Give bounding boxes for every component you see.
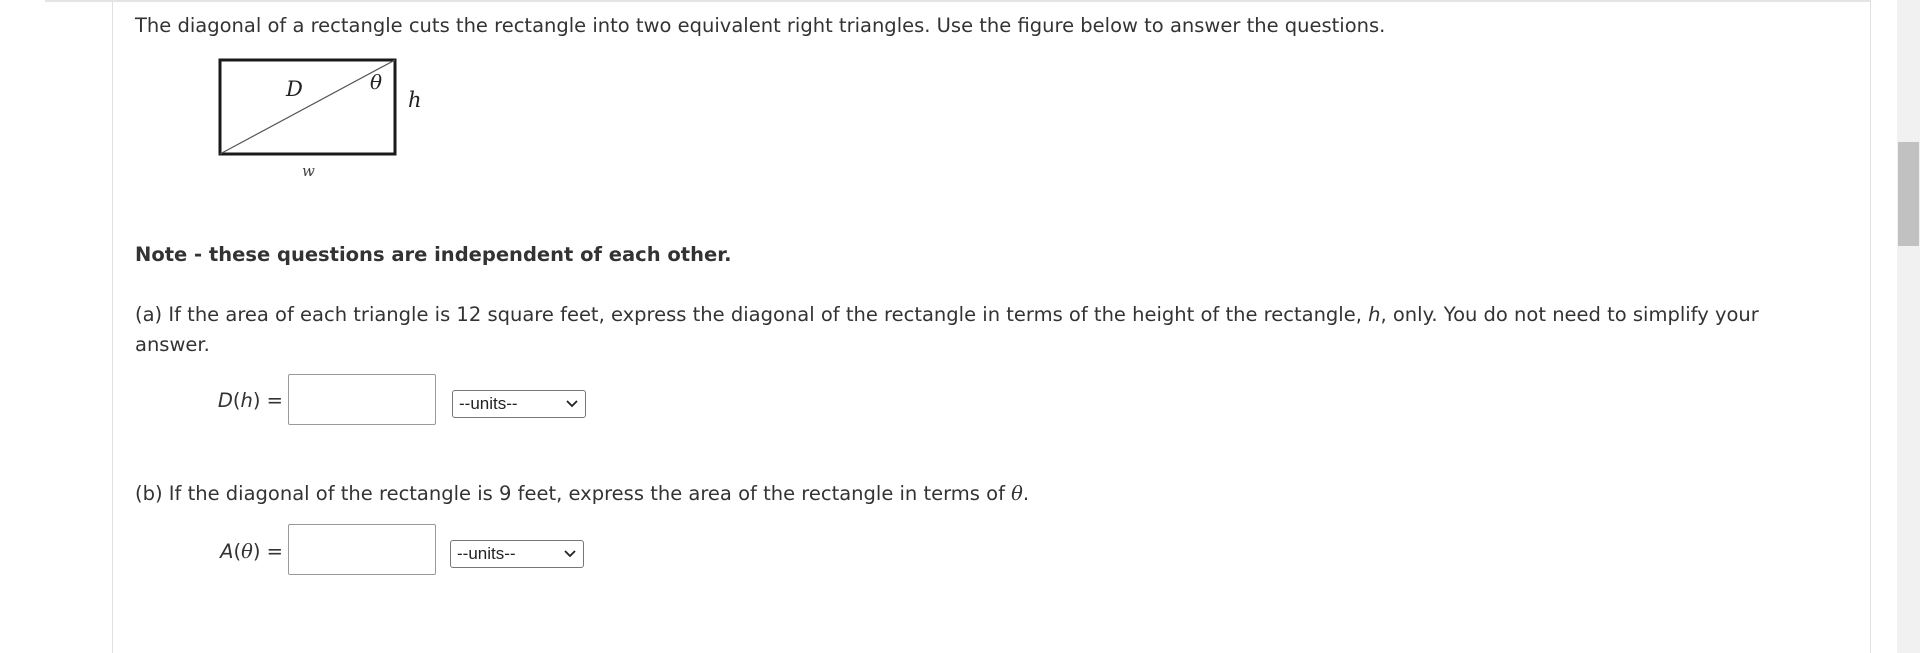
part-b-fn-arg: θ xyxy=(241,540,253,563)
part-b-answer-label: A(θ) = xyxy=(220,540,283,563)
part-a-fn-name: D xyxy=(217,389,233,412)
part-b-units-select[interactable]: --units-- xyxy=(450,540,584,568)
part-a-units-select[interactable]: --units-- xyxy=(452,390,586,418)
part-a-question: (a) If the area of each triangle is 12 s… xyxy=(135,300,1785,360)
part-a-var: h xyxy=(1368,303,1381,326)
label-h: h xyxy=(408,88,422,112)
note-text: Note - these questions are independent o… xyxy=(135,243,732,266)
part-b-question: (b) If the diagonal of the rectangle is … xyxy=(135,479,1029,509)
part-b-var: θ xyxy=(1011,482,1023,505)
part-b-text-after: . xyxy=(1022,482,1030,505)
part-b-text-before: (b) If the diagonal of the rectangle is … xyxy=(135,482,1012,505)
vertical-scrollbar[interactable] xyxy=(1897,0,1920,653)
scrollbar-thumb[interactable] xyxy=(1898,142,1919,246)
part-b-answer-input[interactable] xyxy=(288,524,436,575)
chevron-down-icon xyxy=(564,550,576,558)
part-a-answer-input[interactable] xyxy=(288,374,436,425)
label-w: w xyxy=(302,162,315,180)
label-d: D xyxy=(285,77,303,101)
part-b-equals: = xyxy=(266,540,283,563)
part-a-text-before: (a) If the area of each triangle is 12 s… xyxy=(135,303,1369,326)
rectangle-figure: D θ h w xyxy=(210,52,440,192)
part-a-equals: = xyxy=(266,389,283,412)
part-a-fn-arg: h xyxy=(240,389,253,412)
chevron-down-icon xyxy=(566,400,578,408)
diagonal-line xyxy=(219,59,396,155)
intro-text: The diagonal of a rectangle cuts the rec… xyxy=(135,14,1386,37)
part-b-fn-name: A xyxy=(220,540,234,563)
part-b-units-value: --units-- xyxy=(457,544,516,563)
part-a-answer-label: D(h) = xyxy=(217,389,283,412)
label-theta: θ xyxy=(370,70,382,94)
part-a-units-value: --units-- xyxy=(459,394,518,413)
